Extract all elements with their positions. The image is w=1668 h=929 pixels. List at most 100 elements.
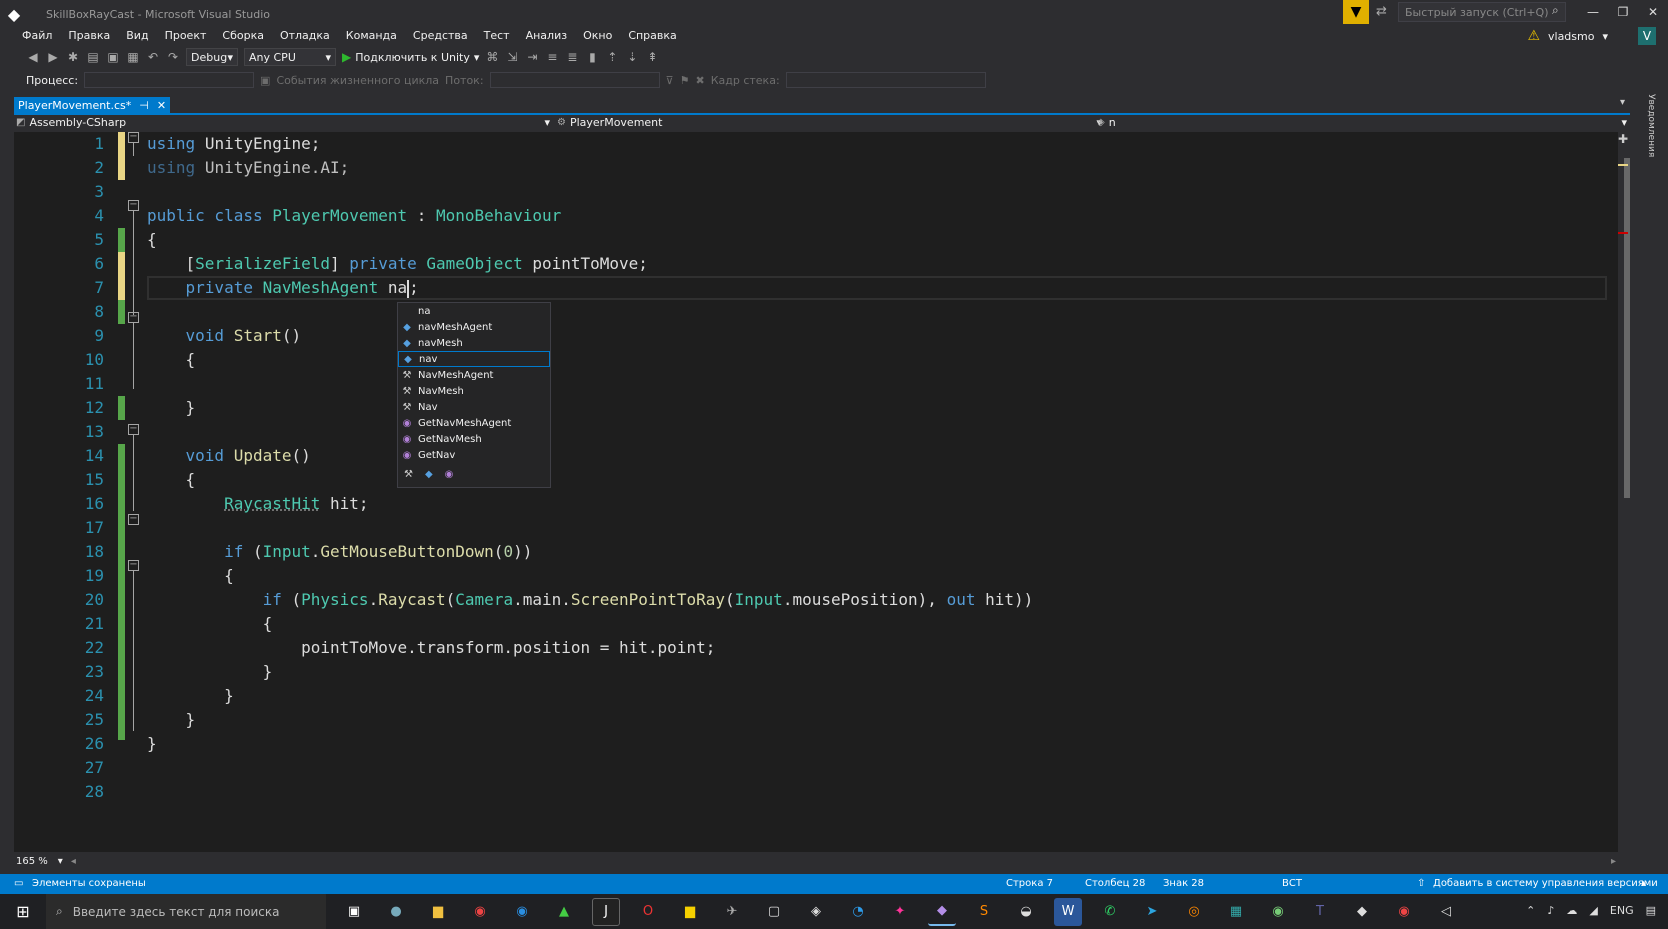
scroll-right-icon[interactable]: ▸ [1611,856,1616,867]
chrome-icon[interactable]: ◉ [1390,898,1418,926]
completion-item[interactable]: ◆ navMeshAgent [398,319,550,335]
edge-icon[interactable]: ◔ [844,898,872,926]
vertical-scrollbar[interactable] [1620,132,1634,852]
save-icon[interactable]: ▣ [106,50,120,64]
collapse-icon[interactable]: − [128,560,139,571]
app-icon[interactable]: ◒ [1012,898,1040,926]
code-editor[interactable]: 1 2 3 4 5 6 7 8 9 10 11 12 13 14 15 16 1… [14,132,1618,852]
completion-item[interactable]: ◉ GetNav [398,447,550,463]
menu-window[interactable]: Окно [575,27,620,45]
windows-start-icon[interactable]: ⊞ [0,894,46,929]
chevron-up-icon[interactable]: ⌃ [1526,904,1535,917]
completion-item[interactable]: ⚒ NavMesh [398,383,550,399]
browser-link-icon[interactable]: ⌘ [485,50,499,64]
redo-icon[interactable]: ↷ [166,50,180,64]
chevron-up-icon[interactable]: ▴ [1641,878,1646,889]
bookmark-icon[interactable]: ▮ [585,50,599,64]
configuration-select[interactable]: Debug ▾ [186,48,238,66]
menu-build[interactable]: Сборка [214,27,272,45]
sublime-text-icon[interactable]: S [970,898,998,926]
code-line-4[interactable]: public class PlayerMovement : MonoBehavi… [147,204,561,228]
jetbrains-icon[interactable]: J [592,897,620,926]
new-project-icon[interactable]: ✱ [66,50,80,64]
pin-icon[interactable]: ⊣ [139,99,149,112]
unity-hub-icon[interactable]: ◈ [802,898,830,926]
teams-icon[interactable]: T [1306,898,1334,926]
collapse-icon[interactable]: − [128,312,139,323]
whatsapp-icon[interactable]: ✆ [1096,898,1124,926]
code-line-12[interactable]: } [147,396,196,420]
thread-select[interactable] [489,72,660,88]
menu-view[interactable]: Вид [118,27,156,45]
unity-editor-icon[interactable]: ◁ [1432,898,1460,926]
uncomment-icon[interactable]: ≣ [565,50,579,64]
close-icon[interactable]: ✕ [157,99,166,112]
completion-item[interactable]: ◉ GetNavMeshAgent [398,415,550,431]
completion-item[interactable]: ◉ GetNavMesh [398,431,550,447]
chevron-down-icon[interactable]: ▾ [1602,30,1608,43]
undo-icon[interactable]: ↶ [146,50,160,64]
menu-team[interactable]: Команда [338,27,405,45]
quick-launch-input[interactable]: Быстрый запуск (Ctrl+Q) [1398,2,1566,22]
code-line-20[interactable]: if (Physics.Raycast(Camera.main.ScreenPo… [147,588,1034,612]
unity-icon[interactable]: ◆ [1348,898,1376,926]
code-line-2[interactable]: using UnityEngine.AI; [147,156,349,180]
open-file-icon[interactable]: ▤ [86,50,100,64]
completion-item[interactable]: na [398,303,550,319]
class-dropdown[interactable]: ⚙ PlayerMovement ▾ [557,116,1102,129]
maps-icon[interactable]: ◉ [508,898,536,926]
app-icon[interactable]: ▦ [1222,898,1250,926]
app-icon[interactable]: ▲ [550,898,578,926]
telegram-icon[interactable]: ➤ [1138,898,1166,926]
save-all-icon[interactable]: ▦ [126,50,140,64]
code-line-16[interactable]: RaycastHit hit; [147,492,369,516]
search-icon[interactable]: ⌕ [1552,3,1559,18]
user-area[interactable]: ⚠ vladsmo ▾ [1527,28,1608,44]
filter-fields-icon[interactable]: ◆ [425,469,433,480]
app-icon[interactable]: ◉ [1264,898,1292,926]
menu-project[interactable]: Проект [157,27,215,45]
filter-methods-icon[interactable]: ◉ [445,469,454,480]
member-dropdown[interactable]: ◈ n ▾ [1097,116,1627,129]
user-name[interactable]: vladsmo [1548,30,1594,43]
lifecycle-events-label[interactable]: События жизненного цикла [276,74,439,87]
completion-item[interactable]: ⚒ NavMeshAgent [398,367,550,383]
split-editor-icon[interactable]: ✚ [1618,132,1628,146]
tab-player-movement[interactable]: PlayerMovement.cs* ⊣ ✕ [14,97,171,113]
code-line-23[interactable]: } [147,660,273,684]
code-line-15[interactable]: { [147,468,196,492]
next-bookmark-icon[interactable]: ⇣ [625,50,639,64]
sticky-notes-icon[interactable]: ▆ [676,898,704,926]
project-dropdown[interactable]: ◩ Assembly-CSharp ▾ [16,116,550,129]
stack-frame-select[interactable] [785,72,986,88]
taskbar-search[interactable]: ⌕ Введите здесь текст для поиска [46,894,326,929]
figma-icon[interactable]: ✦ [886,898,914,926]
code-line-14[interactable]: void Update() [147,444,311,468]
menu-file[interactable]: Файл [14,27,60,45]
visual-studio-icon[interactable]: ◆ [928,898,956,926]
chevron-down-icon[interactable]: ▾ [58,856,63,867]
code-line-26[interactable]: } [147,732,157,756]
opera-icon[interactable]: O [634,898,662,926]
menu-tools[interactable]: Средства [405,27,476,45]
code-line-9[interactable]: void Start() [147,324,302,348]
network-icon[interactable]: ◢ [1589,904,1597,917]
code-line-19[interactable]: { [147,564,234,588]
notifications-icon[interactable]: ▤ [1646,904,1656,917]
code-line-10[interactable]: { [147,348,196,372]
status-insert-mode[interactable]: ВСТ [1282,878,1302,889]
file-explorer-icon[interactable]: ▆ [424,898,452,926]
forward-icon[interactable]: ▶ [46,50,60,64]
menu-test[interactable]: Тест [476,27,518,45]
filter-snippets-icon[interactable]: ⚒ [404,469,413,480]
filter-icon[interactable]: ⊽ [666,74,674,87]
avatar[interactable]: V [1638,27,1656,45]
clear-bookmarks-icon[interactable]: ⇞ [645,50,659,64]
notifications-tab[interactable]: Уведомления [1646,94,1656,157]
scroll-left-icon[interactable]: ◂ [71,856,76,867]
word-icon[interactable]: W [1054,897,1082,926]
code-line-24[interactable]: } [147,684,234,708]
code-line-6[interactable]: [SerializeField] private GameObject poin… [147,252,648,276]
cloud-icon[interactable]: ☁ [1566,904,1577,917]
comment-icon[interactable]: ≡ [545,50,559,64]
